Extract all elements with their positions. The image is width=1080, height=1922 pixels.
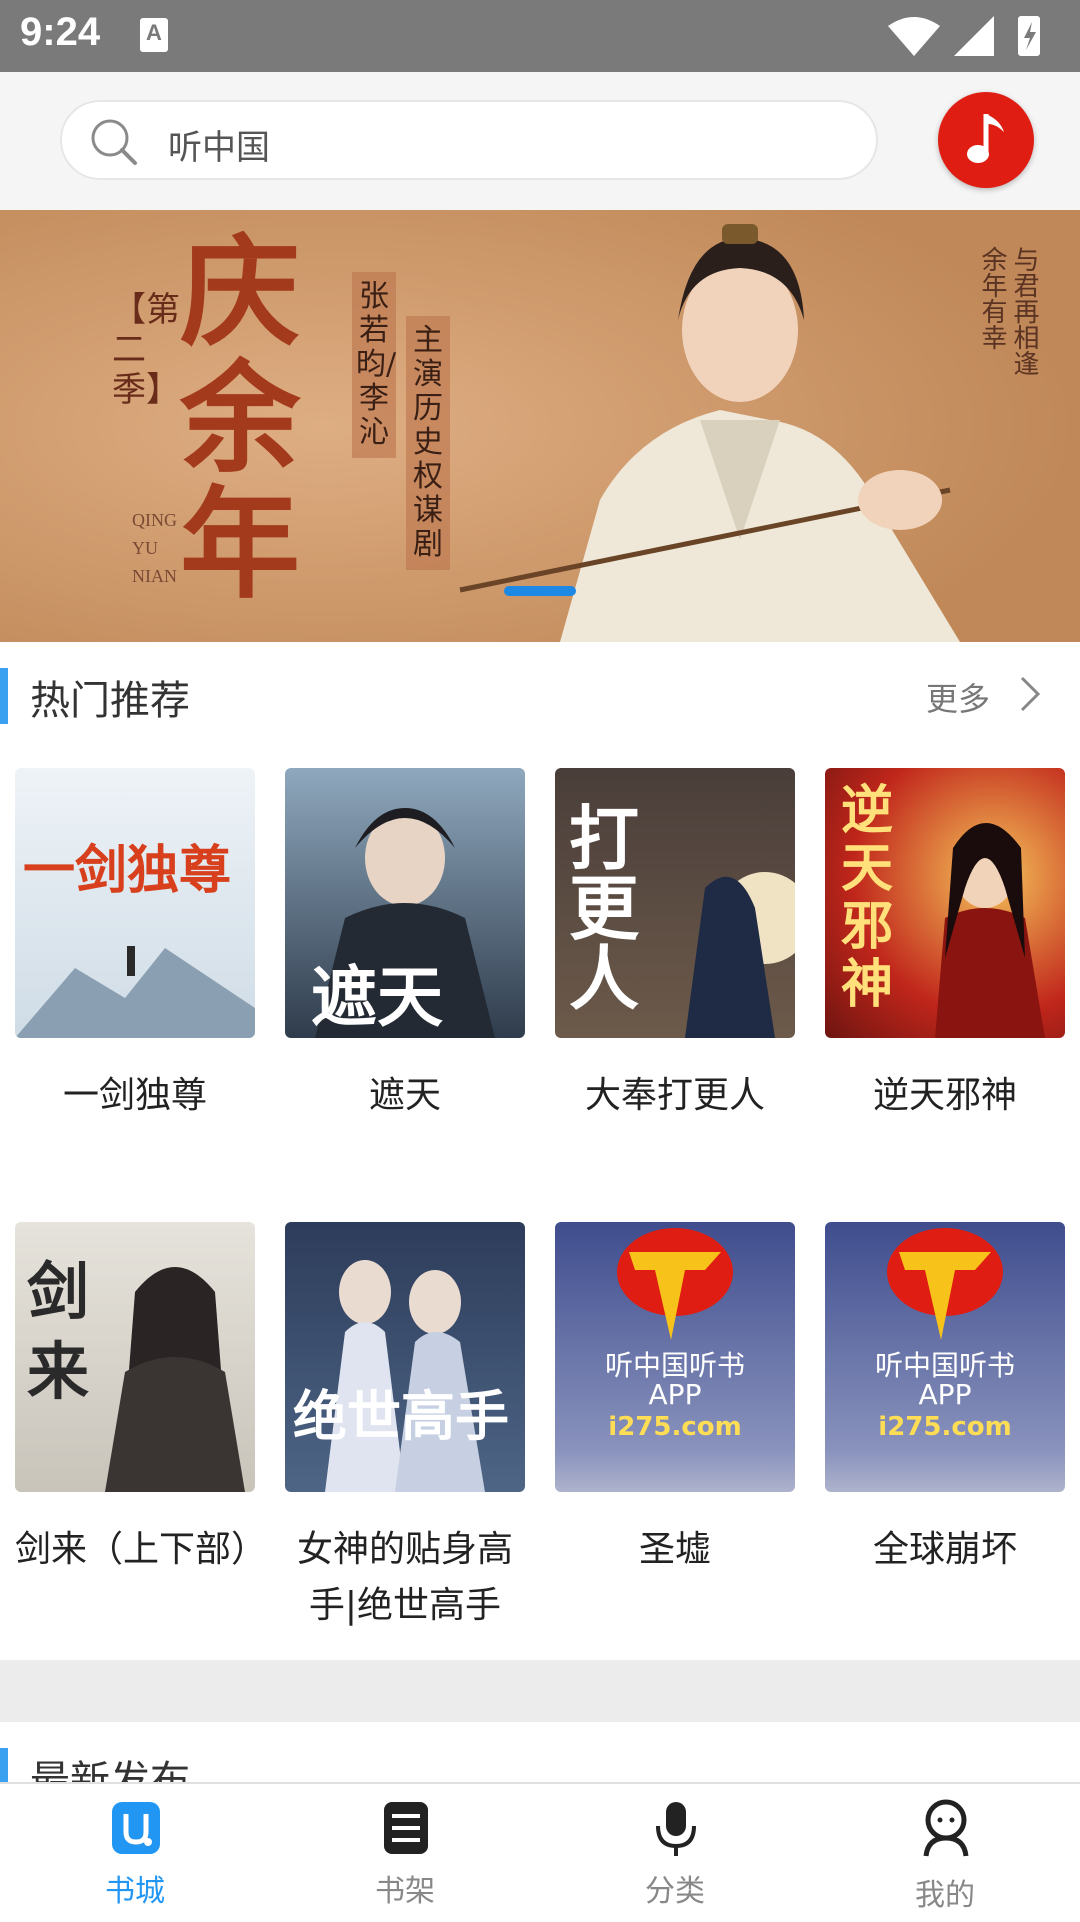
banner-tagline: 主演历史权谋剧 bbox=[406, 316, 450, 570]
tab-label: 书架 bbox=[375, 1874, 435, 1909]
book-title: 逆天邪神 bbox=[872, 1075, 1017, 1116]
promo-banner[interactable]: 【第二季】 庆余年 QING YU NIAN 张若昀/李沁 主演历史权谋剧 与君… bbox=[0, 210, 1080, 642]
microphone-icon bbox=[656, 1802, 696, 1856]
book-title: 大奉打更人 bbox=[584, 1075, 765, 1116]
book-title: 圣墟 bbox=[638, 1529, 711, 1570]
book-item[interactable]: 遮天 遮天 bbox=[285, 768, 525, 1124]
hot-section-header: 热门推荐 更多 bbox=[0, 642, 1080, 742]
tab-bookstore[interactable]: 书城 bbox=[0, 1784, 270, 1922]
book-cover: 遮天 bbox=[285, 768, 525, 1038]
profile-icon bbox=[923, 1799, 969, 1857]
tab-profile[interactable]: 我的 bbox=[810, 1784, 1080, 1922]
banner-pinyin: QING YU NIAN bbox=[132, 510, 177, 586]
search-placeholder: 听中国 bbox=[168, 128, 270, 168]
status-time: 9:24 bbox=[20, 10, 101, 54]
wifi-icon bbox=[888, 17, 940, 56]
book-item[interactable]: 打更人 大奉打更人 bbox=[555, 768, 795, 1124]
top-bar: 听中国 bbox=[0, 72, 1080, 210]
more-link[interactable]: 更多 bbox=[926, 674, 990, 720]
bookstore-icon bbox=[112, 1802, 160, 1854]
tab-category[interactable]: 分类 bbox=[540, 1784, 810, 1922]
tab-label: 书城 bbox=[105, 1874, 165, 1909]
book-item[interactable]: 一剑独尊 一剑独尊 bbox=[15, 768, 255, 1124]
music-note-icon bbox=[967, 114, 1004, 163]
latest-section-header: 最新发布 bbox=[0, 1722, 1080, 1782]
banner-slogan: 与君再相逢 余年有幸 bbox=[977, 246, 1039, 376]
book-title: 遮天 bbox=[368, 1075, 441, 1116]
book-cover: 逆天邪神 bbox=[825, 768, 1065, 1038]
book-title: 剑来（上下部） bbox=[15, 1529, 268, 1570]
status-bar: 9:24 A bbox=[0, 0, 1080, 72]
notification-icon: A bbox=[140, 18, 168, 52]
banner-season: 【第二季】 bbox=[112, 290, 180, 410]
signal-icon bbox=[954, 16, 994, 56]
book-cover: 剑来 bbox=[15, 1222, 255, 1492]
book-item[interactable]: 绝世高手 女神的贴身高手|绝世高手 bbox=[285, 1222, 525, 1634]
section-accent-bar bbox=[0, 1748, 8, 1782]
banner-page-indicator bbox=[504, 586, 576, 596]
section-title: 最新发布 bbox=[30, 1758, 190, 1782]
tab-label: 我的 bbox=[915, 1878, 975, 1913]
book-item[interactable]: 听中国听书 APP i275.com 圣墟 bbox=[555, 1222, 795, 1578]
banner-cast: 张若昀/李沁 bbox=[352, 272, 396, 458]
section-accent-bar bbox=[0, 668, 8, 724]
bottom-tab-bar: 书城 书架 分类 我的 bbox=[0, 1782, 1080, 1920]
book-cover: 听中国听书 APP i275.com bbox=[825, 1222, 1065, 1492]
bookshelf-icon bbox=[384, 1802, 428, 1854]
book-cover: 打更人 bbox=[555, 768, 795, 1038]
book-item[interactable]: 听中国听书 APP i275.com 全球崩坏 bbox=[825, 1222, 1065, 1578]
book-cover: 一剑独尊 bbox=[15, 768, 255, 1038]
book-title: 全球崩坏 bbox=[872, 1529, 1017, 1570]
book-item[interactable]: 逆天邪神 逆天邪神 bbox=[825, 768, 1065, 1124]
tab-label: 分类 bbox=[645, 1874, 705, 1909]
book-title: 一剑独尊 bbox=[62, 1075, 207, 1116]
search-input[interactable]: 听中国 bbox=[60, 100, 878, 180]
book-title: 女神的贴身高手|绝世高手 bbox=[296, 1529, 513, 1626]
music-player-button[interactable] bbox=[938, 92, 1034, 188]
book-item[interactable]: 剑来 剑来（上下部） bbox=[15, 1222, 268, 1578]
search-icon bbox=[91, 119, 137, 165]
chevron-right-icon[interactable] bbox=[1014, 674, 1044, 714]
book-grid: 一剑独尊 一剑独尊 遮天 遮天 打更人 大奉打更人 逆天邪神 逆天邪神 剑来 剑… bbox=[0, 742, 1080, 1660]
section-title: 热门推荐 bbox=[30, 678, 190, 724]
tab-bookshelf[interactable]: 书架 bbox=[270, 1784, 540, 1922]
book-cover: 听中国听书 APP i275.com bbox=[555, 1222, 795, 1492]
section-divider bbox=[0, 1660, 1080, 1722]
book-cover: 绝世高手 bbox=[285, 1222, 525, 1492]
status-icons bbox=[888, 16, 1040, 56]
